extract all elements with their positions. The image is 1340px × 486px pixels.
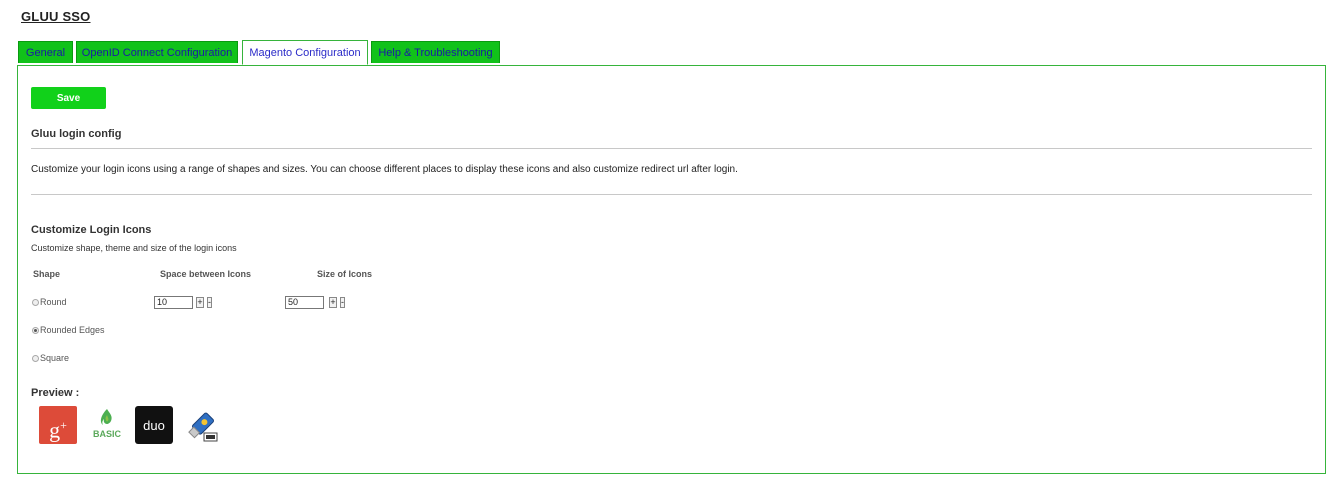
- customize-icons-title: Customize Login Icons: [31, 224, 152, 236]
- shape-label: Square: [40, 353, 70, 363]
- basic-icon: BASIC: [88, 406, 126, 444]
- tab-help-troubleshooting[interactable]: Help & Troubleshooting: [371, 41, 500, 63]
- divider: [31, 194, 1312, 195]
- customize-icons-description: Customize shape, theme and size of the l…: [31, 243, 237, 253]
- shape-label: Rounded Edges: [40, 325, 105, 335]
- google-plus-icon: g+: [39, 406, 77, 444]
- app-title: GLUU SSO: [21, 9, 91, 24]
- svg-text:duo: duo: [143, 418, 165, 433]
- duo-icon: duo: [135, 406, 173, 444]
- size-increase-button[interactable]: +: [329, 297, 337, 308]
- space-increase-button[interactable]: +: [196, 297, 204, 308]
- section-title: Gluu login config: [31, 128, 122, 140]
- space-column-header: Space between Icons: [160, 269, 252, 279]
- shape-column-header: Shape: [33, 269, 61, 279]
- radio-square[interactable]: [32, 354, 39, 362]
- size-column-header: Size of Icons: [317, 269, 373, 279]
- shape-option-round[interactable]: Round: [32, 297, 67, 307]
- radio-round[interactable]: [32, 298, 39, 306]
- space-between-icons-input[interactable]: 10: [154, 296, 193, 309]
- preview-label: Preview :: [31, 387, 80, 399]
- size-decrease-button[interactable]: -: [340, 297, 345, 308]
- config-description: Customize your login icons using a range…: [31, 164, 738, 175]
- radio-rounded-edges[interactable]: [32, 326, 39, 334]
- size-of-icons-input[interactable]: 50: [285, 296, 324, 309]
- divider: [31, 148, 1312, 149]
- space-decrease-button[interactable]: -: [207, 297, 212, 308]
- shape-label: Round: [40, 297, 67, 307]
- save-button[interactable]: Save: [31, 87, 106, 109]
- tab-magento-configuration[interactable]: Magento Configuration: [242, 40, 368, 65]
- shape-option-rounded-edges[interactable]: Rounded Edges: [32, 325, 105, 335]
- u2f-usb-key-icon: [184, 406, 222, 444]
- svg-text:BASIC: BASIC: [93, 429, 122, 439]
- tab-general[interactable]: General: [18, 41, 73, 63]
- tab-openid-connect-configuration[interactable]: OpenID Connect Configuration: [76, 41, 238, 63]
- shape-option-square[interactable]: Square: [32, 353, 69, 363]
- magento-configuration-panel: Save Gluu login config Customize your lo…: [17, 65, 1326, 474]
